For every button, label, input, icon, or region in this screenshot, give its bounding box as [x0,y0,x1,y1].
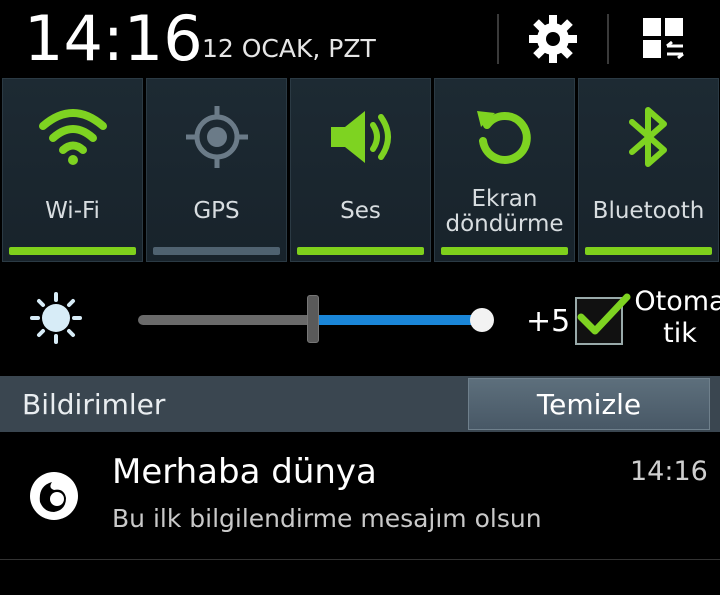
auto-brightness-checkbox[interactable] [575,293,631,345]
toggle-state-bar [441,247,568,255]
firefox-icon [30,472,78,520]
bluetooth-icon [628,107,667,167]
divider [497,14,499,64]
sound-icon [330,111,391,163]
toggle-state-bar [9,247,136,255]
gear-icon [529,15,577,63]
quick-settings-grid-button[interactable] [634,10,694,68]
rotate-icon [476,111,531,164]
gps-toggle[interactable]: GPS [146,78,287,262]
brightness-knob[interactable] [470,308,494,332]
toggle-label: Ses [340,198,381,224]
clock: 14:16 [24,2,203,75]
quick-toggles: Wi-Fi GPS Ses Ekran döndürme Bluetooth [0,78,720,262]
brightness-handle[interactable] [307,295,319,343]
screen-rotation-toggle[interactable]: Ekran döndürme [434,78,575,262]
notifications-header: Bildirimler Temizle [0,376,720,432]
grid-settings-icon [643,18,684,60]
toggle-label: Bluetooth [592,198,705,224]
toggle-state-bar [153,247,280,255]
notification-item[interactable]: Merhaba dünya Bu ilk bilgilendirme mesaj… [0,432,720,560]
auto-label-line1: Otoma [634,286,720,317]
toggle-label: Wi-Fi [45,198,100,224]
brightness-row: +5 Otoma tik [0,262,720,376]
notification-time: 14:16 [630,456,708,487]
settings-button[interactable] [523,10,583,68]
toggle-label-line2: döndürme [445,211,564,237]
sound-toggle[interactable]: Ses [290,78,431,262]
checkmark-icon [577,293,631,335]
toggle-label: GPS [193,198,240,224]
notifications-title: Bildirimler [22,388,166,421]
clear-button[interactable]: Temizle [468,378,710,430]
gps-icon [185,106,248,168]
notification-body: Bu ilk bilgilendirme mesajım olsun [112,504,542,533]
sun-icon [30,292,82,344]
toggle-label-line1: Ekran [471,186,538,212]
toggle-state-bar [585,247,712,255]
date-label: 12 OCAK, PZT [202,34,376,63]
auto-label-line2: tik [663,318,697,349]
wifi-icon [38,109,107,165]
status-bar: 14:16 12 OCAK, PZT [0,0,720,78]
bluetooth-toggle[interactable]: Bluetooth [578,78,719,262]
brightness-value: +5 [526,304,571,339]
toggle-state-bar [297,247,424,255]
wifi-toggle[interactable]: Wi-Fi [2,78,143,262]
divider [607,14,609,64]
notification-title: Merhaba dünya [112,452,377,492]
brightness-fill [319,315,477,325]
auto-brightness-label: Otoma tik [630,286,720,350]
